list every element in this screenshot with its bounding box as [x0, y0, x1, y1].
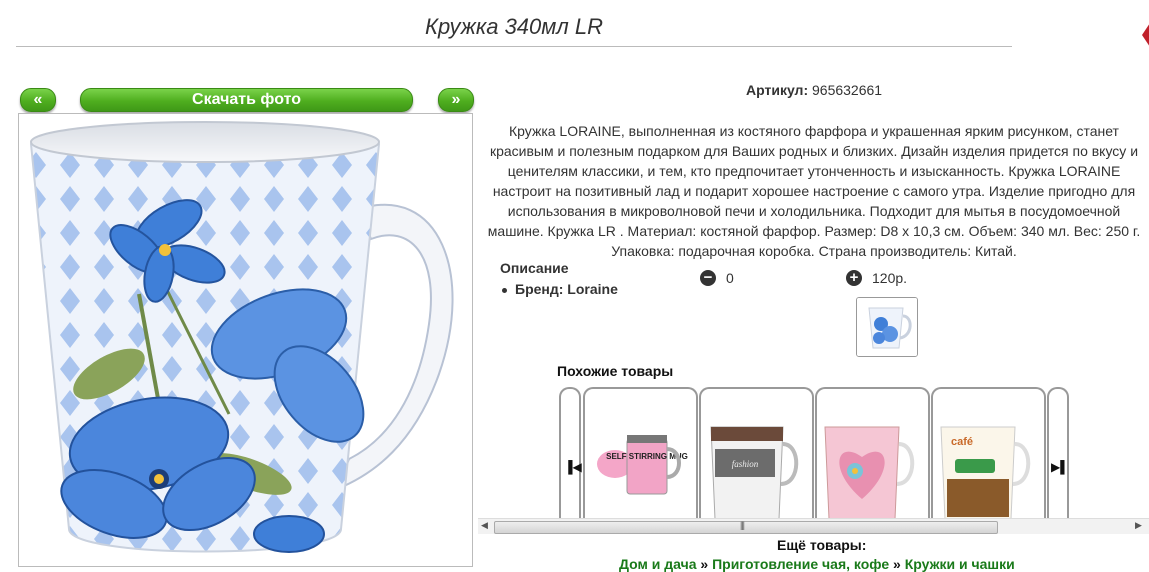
minus-value: 0: [726, 270, 734, 286]
similar-item-caption: café: [951, 436, 973, 448]
brand-label: Бренд: Loraine: [515, 281, 618, 297]
similar-item-self-stirring-mug[interactable]: SELF STIRRING MUG: [583, 387, 698, 523]
similar-item-caption: fashion: [732, 459, 759, 469]
scroll-grip-icon: |||: [740, 520, 745, 530]
plus-circle-icon[interactable]: +: [846, 270, 862, 286]
similar-item-image: SELF STIRRING MUG: [597, 435, 688, 495]
mug-image: [29, 121, 454, 553]
scroll-right-icon[interactable]: ▶: [1135, 520, 1142, 531]
similar-item-image: fashion: [710, 426, 799, 520]
horizontal-scrollbar[interactable]: ◀ ||| ▶: [478, 518, 1149, 534]
scroll-left-icon[interactable]: ◀: [481, 520, 488, 531]
specs-heading: Описание: [500, 260, 569, 276]
corner-arrow-icon[interactable]: [1138, 20, 1149, 50]
more-products-label: Ещё товары:: [777, 537, 867, 553]
download-photo-button[interactable]: Скачать фото: [80, 88, 413, 112]
article-line: Артикул: 965632661: [746, 82, 882, 98]
brand-item: Бренд: Loraine: [502, 281, 618, 297]
minus-circle-icon[interactable]: −: [700, 270, 716, 286]
page-title: Кружка 340мл LR: [424, 14, 604, 39]
title-divider: [16, 46, 1012, 47]
minus-counter[interactable]: − 0: [700, 270, 734, 286]
product-thumbnail[interactable]: [856, 297, 918, 357]
scrollbar-thumb[interactable]: [494, 521, 998, 534]
bullet-icon: [502, 287, 507, 293]
carousel-next-box[interactable]: [1047, 387, 1069, 523]
product-photo[interactable]: [18, 113, 473, 567]
similar-item-image: [824, 426, 915, 520]
similar-item-image: café: [940, 426, 1031, 520]
article-value: 965632661: [812, 82, 883, 98]
carousel-next-icon[interactable]: ▶▌: [1051, 460, 1069, 474]
similar-item-heart-mug[interactable]: [815, 387, 930, 523]
plus-counter[interactable]: + 120р.: [846, 270, 907, 286]
next-photo-button[interactable]: »: [438, 88, 474, 112]
prev-photo-button[interactable]: «: [20, 88, 56, 112]
product-description: Кружка LORAINE, выполненная из костяного…: [487, 123, 1141, 259]
similar-title: Похожие товары: [557, 363, 674, 379]
similar-item-fashion-mug[interactable]: fashion: [699, 387, 814, 523]
carousel-prev-box[interactable]: [559, 387, 581, 523]
similar-item-cafe-mug[interactable]: café: [931, 387, 1046, 523]
price-value: 120р.: [872, 270, 908, 286]
carousel-prev-icon[interactable]: ▐◀: [564, 460, 582, 474]
mug-thumbnail-image: [857, 298, 917, 356]
article-label: Артикул:: [746, 82, 809, 98]
